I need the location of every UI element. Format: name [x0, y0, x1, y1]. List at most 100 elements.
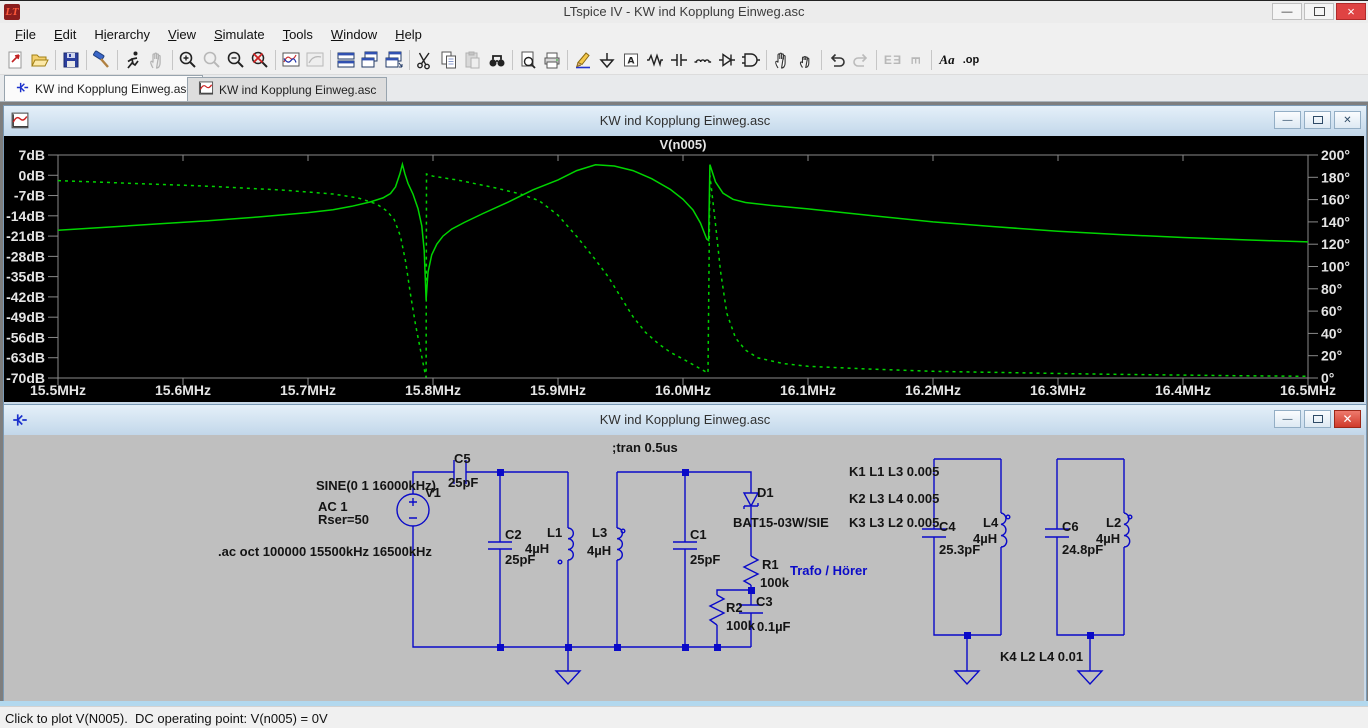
- run-button[interactable]: [121, 48, 145, 72]
- d1-symbol: [744, 493, 758, 509]
- menu-simulate[interactable]: Simulate: [205, 25, 274, 44]
- resistor-button[interactable]: [643, 48, 667, 72]
- menu-tools[interactable]: Tools: [274, 25, 322, 44]
- left-tick-label: -7dB: [14, 188, 45, 204]
- draw-wire-button[interactable]: [571, 48, 595, 72]
- schematic-doc-icon: [15, 80, 30, 98]
- mirror-button[interactable]: E Ǝ: [880, 48, 904, 72]
- close-button[interactable]: ✕: [1334, 410, 1361, 428]
- left-tick-label: -49dB: [6, 309, 45, 325]
- zoom-back-button[interactable]: [200, 48, 224, 72]
- plot-canvas[interactable]: 15.5MHz15.6MHz15.7MHz15.8MHz15.9MHz16.0M…: [4, 136, 1364, 402]
- right-tick-label: 200°: [1321, 147, 1350, 163]
- tab-schematic[interactable]: KW ind Kopplung Einweg.asc: [4, 75, 203, 101]
- x-tick-label: 15.9MHz: [530, 382, 586, 398]
- zoom-full-extents-button[interactable]: [248, 48, 272, 72]
- tank2-wires: [1045, 459, 1124, 671]
- menu-edit[interactable]: Edit: [45, 25, 85, 44]
- waveform-window-titlebar[interactable]: KW ind Kopplung Einweg.asc — ✕: [4, 106, 1366, 136]
- control-panel-button[interactable]: [90, 48, 114, 72]
- autorange-y-axis-button[interactable]: [279, 48, 303, 72]
- zoom-in-button[interactable]: [176, 48, 200, 72]
- close-button[interactable]: ✕: [1334, 111, 1361, 129]
- menu-window[interactable]: Window: [322, 25, 386, 44]
- right-tick-label: 60°: [1321, 303, 1342, 319]
- net-label-button[interactable]: A: [619, 48, 643, 72]
- status-bar: Click to plot V(N005). DC operating poin…: [0, 706, 1368, 728]
- zoom-out-button[interactable]: [224, 48, 248, 72]
- ground-button[interactable]: [595, 48, 619, 72]
- menu-hierarchy[interactable]: Hierarchy: [85, 25, 159, 44]
- ground-symbol: [556, 671, 580, 684]
- diode-button[interactable]: [715, 48, 739, 72]
- schematic-canvas[interactable]: SINE(0 1 16000kHz)AC 1Rser=50.ac oct 100…: [4, 435, 1364, 701]
- drag-button[interactable]: [794, 48, 818, 72]
- app-title: LTspice IV - KW ind Kopplung Einweg.asc: [0, 4, 1368, 19]
- minimize-button[interactable]: —: [1274, 111, 1301, 129]
- ground-symbol: [955, 671, 979, 684]
- component-button[interactable]: [739, 48, 763, 72]
- maximize-button[interactable]: [1304, 3, 1334, 20]
- menu-view[interactable]: View: [159, 25, 205, 44]
- minimize-button[interactable]: —: [1272, 3, 1302, 20]
- find-button[interactable]: [485, 48, 509, 72]
- menu-help[interactable]: Help: [386, 25, 431, 44]
- right-tick-label: 160°: [1321, 192, 1350, 208]
- tab-waveform[interactable]: KW ind Kopplung Einweg.asc: [187, 77, 387, 101]
- cut-button[interactable]: [413, 48, 437, 72]
- open-button[interactable]: [28, 48, 52, 72]
- save-button[interactable]: [59, 48, 83, 72]
- schematic-window-titlebar[interactable]: KW ind Kopplung Einweg.asc — ✕: [4, 405, 1366, 435]
- new-schematic-button[interactable]: [4, 48, 28, 72]
- print-button[interactable]: [540, 48, 564, 72]
- left-tick-label: -63dB: [6, 350, 45, 366]
- right-tick-label: 40°: [1321, 325, 1342, 341]
- title-bar[interactable]: LT LTspice IV - KW ind Kopplung Einweg.a…: [0, 1, 1368, 24]
- redo-button[interactable]: [849, 48, 873, 72]
- right-tick-label: 20°: [1321, 348, 1342, 364]
- trace-phase: [58, 174, 1308, 377]
- minimize-button[interactable]: —: [1274, 410, 1301, 428]
- text-button[interactable]: Aa: [935, 48, 959, 72]
- left-tick-label: -28dB: [6, 248, 45, 264]
- waveform-plot[interactable]: 15.5MHz15.6MHz15.7MHz15.8MHz15.9MHz16.0M…: [4, 136, 1364, 402]
- menu-file[interactable]: File: [6, 25, 45, 44]
- left-tick-label: -35dB: [6, 269, 45, 285]
- x-tick-label: 15.6MHz: [155, 382, 211, 398]
- x-tick-label: 15.8MHz: [405, 382, 461, 398]
- waveform-window: KW ind Kopplung Einweg.asc — ✕ 15.5MHz15…: [3, 105, 1367, 405]
- app-window: LT LTspice IV - KW ind Kopplung Einweg.a…: [0, 0, 1368, 728]
- undo-button[interactable]: [825, 48, 849, 72]
- move-button[interactable]: [770, 48, 794, 72]
- cascade-windows-button[interactable]: [382, 48, 406, 72]
- inductor-button[interactable]: [691, 48, 715, 72]
- ground-symbol: [1078, 671, 1102, 684]
- paste-button[interactable]: [461, 48, 485, 72]
- right-tick-label: 100°: [1321, 259, 1350, 275]
- rotate-button[interactable]: E: [904, 48, 928, 72]
- spice-directive-button[interactable]: .op: [959, 48, 983, 72]
- pan-plot-button[interactable]: [303, 48, 327, 72]
- x-tick-label: 16.2MHz: [905, 382, 961, 398]
- right-tick-label: 80°: [1321, 281, 1342, 297]
- halt-button[interactable]: [145, 48, 169, 72]
- menu-bar: FileEditHierarchyViewSimulateToolsWindow…: [0, 23, 1368, 45]
- capacitor-button[interactable]: [667, 48, 691, 72]
- plot-frame: [58, 155, 1308, 378]
- tile-vertically-button[interactable]: [358, 48, 382, 72]
- x-tick-label: 16.0MHz: [655, 382, 711, 398]
- toolbar: A E Ǝ E Aa .op: [0, 45, 1368, 75]
- tile-horizontally-button[interactable]: [334, 48, 358, 72]
- restore-button[interactable]: [1304, 410, 1331, 428]
- waveform-window-title: KW ind Kopplung Einweg.asc: [4, 113, 1366, 128]
- close-button[interactable]: ×: [1336, 3, 1366, 20]
- trace-legend[interactable]: V(n005): [660, 137, 707, 152]
- right-tick-label: 140°: [1321, 214, 1350, 230]
- copy-button[interactable]: [437, 48, 461, 72]
- tab-bar: KW ind Kopplung Einweg.asc KW ind Kopplu…: [0, 75, 1368, 102]
- junction-dots: [497, 469, 1094, 651]
- r2-symbol: [710, 595, 724, 625]
- print-preview-button[interactable]: [516, 48, 540, 72]
- restore-button[interactable]: [1304, 111, 1331, 129]
- left-tick-label: -56dB: [6, 329, 45, 345]
